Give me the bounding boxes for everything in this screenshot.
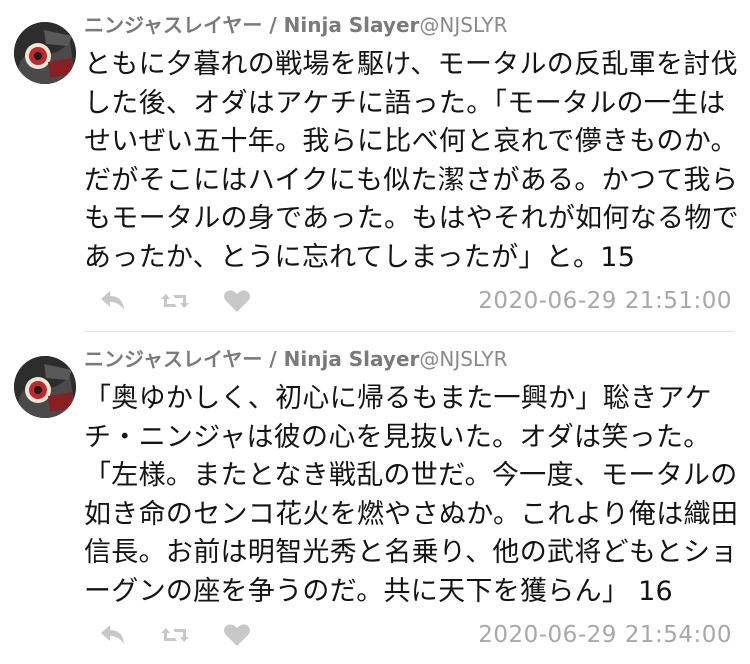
tweet-text: ともに夕暮れの戦場を駆け、モータルの反乱軍を討伐 した後、オダはアケチに語った。…: [84, 49, 739, 273]
avatar[interactable]: [14, 356, 76, 418]
timestamp[interactable]: 2020-06-29 21:51:00: [478, 288, 732, 314]
user-handle[interactable]: @NJSLYR: [419, 347, 507, 371]
tweet-header: ニンジャスレイヤー / Ninja Slayer@NJSLYR: [84, 12, 508, 38]
heart-icon: [224, 624, 250, 646]
retweet-icon: [161, 628, 189, 642]
timestamp[interactable]: 2020-06-29 21:54:00: [478, 622, 732, 648]
like-button[interactable]: [220, 286, 254, 316]
display-name[interactable]: ニンジャスレイヤー / Ninja Slayer: [84, 347, 419, 371]
reply-button[interactable]: [96, 286, 130, 316]
tweet-actions: [96, 286, 254, 316]
tweet-header: ニンジャスレイヤー / Ninja Slayer@NJSLYR: [84, 346, 508, 372]
retweet-button[interactable]: [158, 620, 192, 650]
tweet[interactable]: ニンジャスレイヤー / Ninja Slayer@NJSLYR ともに夕暮れの戦…: [0, 0, 750, 330]
like-button[interactable]: [220, 620, 254, 650]
heart-icon: [224, 290, 250, 312]
avatar[interactable]: [14, 22, 76, 84]
user-handle[interactable]: @NJSLYR: [419, 13, 507, 37]
display-name[interactable]: ニンジャスレイヤー / Ninja Slayer: [84, 13, 419, 37]
tweet-text: 「奥ゆかしく、初心に帰るもまた一興か」聡きアケ チ・ニンジャは彼の心を見抜いた。…: [84, 383, 739, 607]
reply-icon: [101, 625, 124, 644]
reply-button[interactable]: [96, 620, 130, 650]
reply-icon: [101, 291, 124, 310]
tweet-actions: [96, 620, 254, 650]
divider: [84, 331, 734, 332]
retweet-icon: [161, 294, 189, 308]
tweet[interactable]: ニンジャスレイヤー / Ninja Slayer@NJSLYR 「奥ゆかしく、初…: [0, 334, 750, 664]
retweet-button[interactable]: [158, 286, 192, 316]
